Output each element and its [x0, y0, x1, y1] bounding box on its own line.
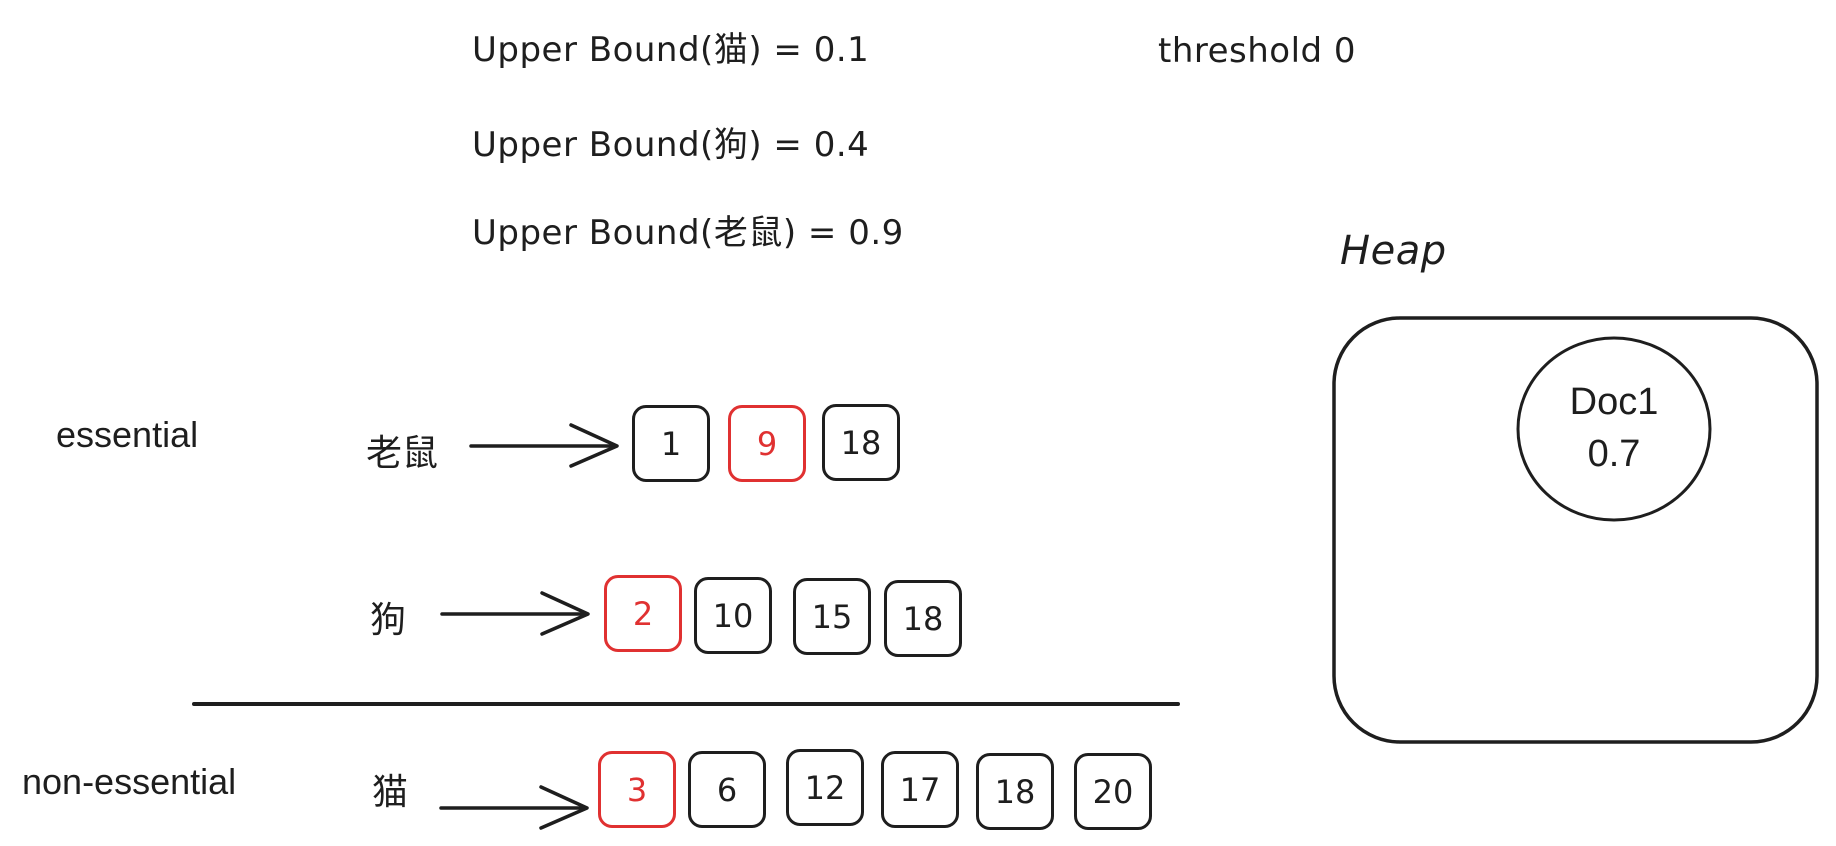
doc-id: 6 [716, 770, 738, 809]
doc-id: 18 [994, 772, 1036, 811]
posting-box-dog-2: 15 [793, 578, 871, 655]
heap-item-doc: Doc1 [1569, 381, 1659, 423]
posting-box-cat-0-highlighted: 3 [598, 751, 676, 828]
heap-item-score: 0.7 [1587, 433, 1641, 475]
arrow-mouse-icon [469, 423, 619, 468]
doc-id: 20 [1092, 772, 1134, 811]
doc-id: 17 [899, 770, 941, 809]
posting-box-cat-4: 18 [976, 753, 1054, 830]
posting-box-mouse-2: 18 [822, 404, 900, 481]
doc-id: 2 [632, 594, 654, 633]
diagram-canvas: Upper Bound(猫) = 0.1 Upper Bound(狗) = 0.… [0, 0, 1836, 846]
doc-id: 15 [811, 597, 853, 636]
posting-box-mouse-1-highlighted: 9 [728, 405, 806, 482]
doc-id: 18 [902, 599, 944, 638]
doc-id: 10 [712, 596, 754, 635]
posting-box-dog-3: 18 [884, 580, 962, 657]
posting-box-mouse-0: 1 [632, 405, 710, 482]
posting-box-cat-3: 17 [881, 751, 959, 828]
doc-id: 3 [626, 770, 648, 809]
arrow-dog-icon [440, 591, 590, 636]
doc-id: 18 [840, 423, 882, 462]
posting-box-cat-2: 12 [786, 749, 864, 826]
arrow-cat-icon [439, 785, 589, 830]
posting-box-dog-1: 10 [694, 577, 772, 654]
doc-id: 9 [756, 424, 778, 463]
posting-box-cat-5: 20 [1074, 753, 1152, 830]
heap-title: Heap [1340, 228, 1447, 274]
posting-box-cat-1: 6 [688, 751, 766, 828]
doc-id: 12 [804, 768, 846, 807]
posting-box-dog-0-highlighted: 2 [604, 575, 682, 652]
doc-id: 1 [660, 424, 682, 463]
